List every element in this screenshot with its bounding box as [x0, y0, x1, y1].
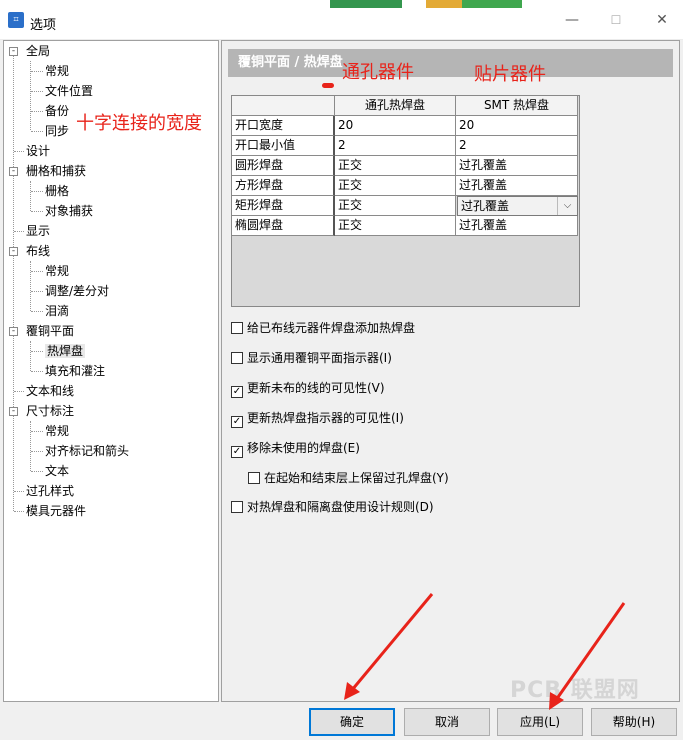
window-title: 选项	[30, 18, 57, 33]
collapse-icon[interactable]: -	[9, 327, 18, 336]
tree-item-file-locations[interactable]: 文件位置	[45, 81, 93, 101]
annotation-smt: 贴片器件	[474, 64, 546, 85]
checkbox-use-design-rules[interactable]: 对热焊盘和隔离盘使用设计规则(D)	[231, 497, 434, 517]
checkbox-update-unrouted[interactable]: ✓ 更新未布的线的可见性(V)	[231, 378, 385, 398]
dropdown-value: 过孔覆盖	[461, 199, 510, 213]
maximize-icon: ☐	[610, 13, 622, 27]
app-icon: ⌗	[8, 12, 24, 28]
tree-item-copper-plane[interactable]: 覆铜平面	[26, 321, 74, 341]
watermark: PCB 联盟网	[510, 678, 640, 703]
checkbox-box[interactable]	[231, 352, 243, 364]
tree-item-dim-general[interactable]: 常规	[45, 421, 69, 441]
tree-item-design[interactable]: 设计	[26, 141, 50, 161]
apply-button[interactable]: 应用(L)	[497, 708, 583, 736]
grid-cell-through[interactable]: 2	[335, 136, 456, 156]
grid-row-label: 方形焊盘	[232, 176, 335, 196]
checkbox-box[interactable]	[248, 472, 260, 484]
tree-item-via-styles[interactable]: 过孔样式	[26, 481, 74, 501]
category-tree: - 全局 常规 文件位置 备份 同步 设计 - 栅格和捕获 栅格 对象捕获 显示…	[3, 40, 219, 702]
collapse-icon[interactable]: -	[9, 247, 18, 256]
grid-cell-smt[interactable]: 2	[456, 136, 578, 156]
checkbox-keep-via-pads[interactable]: 在起始和结束层上保留过孔焊盘(Y)	[248, 468, 449, 488]
tree-item-die-components[interactable]: 模具元器件	[26, 501, 86, 521]
collapse-icon[interactable]: -	[9, 407, 18, 416]
annotation-cross-width: 十字连接的宽度	[76, 113, 202, 134]
tree-item-global[interactable]: 全局	[26, 41, 50, 61]
checkbox-box[interactable]: ✓	[231, 446, 243, 458]
checkbox-box[interactable]: ✓	[231, 386, 243, 398]
tree-item-sync[interactable]: 同步	[45, 121, 69, 141]
grid-cell-through[interactable]: 正交	[335, 156, 456, 176]
close-icon[interactable]: ✕	[650, 10, 674, 30]
chevron-down-icon[interactable]: ⌵	[557, 197, 577, 215]
collapse-icon[interactable]: -	[9, 47, 18, 56]
grid-header-smt: SMT 热焊盘	[456, 96, 578, 116]
tree-item-backup[interactable]: 备份	[45, 101, 69, 121]
grid-cell-through[interactable]: 正交	[335, 176, 456, 196]
settings-pane: 覆铜平面 / 热焊盘 通孔热焊盘 SMT 热焊盘 开口宽度 20 20 开口最小…	[221, 40, 680, 702]
grid-header-through: 通孔热焊盘	[335, 96, 456, 116]
tree-item-align-arrows[interactable]: 对齐标记和箭头	[45, 441, 129, 461]
tree-item-display[interactable]: 显示	[26, 221, 50, 241]
tree-item-fill-flood[interactable]: 填充和灌注	[45, 361, 105, 381]
grid-row-label: 椭圆焊盘	[232, 216, 335, 236]
grid-cell-smt[interactable]: 过孔覆盖	[456, 176, 578, 196]
checkbox-add-thermals[interactable]: 给已布线元器件焊盘添加热焊盘	[231, 318, 415, 338]
grid-corner	[232, 96, 335, 116]
grid-row-label: 矩形焊盘	[232, 196, 335, 216]
cancel-button[interactable]: 取消	[404, 708, 490, 736]
grid-row-label: 开口最小值	[232, 136, 335, 156]
collapse-icon[interactable]: -	[9, 167, 18, 176]
tree-item-text-lines[interactable]: 文本和线	[26, 381, 74, 401]
tree-item-object-snap[interactable]: 对象捕获	[45, 201, 93, 221]
tree-item-grid[interactable]: 栅格	[45, 181, 69, 201]
tree-item-routing[interactable]: 布线	[26, 241, 50, 261]
checkbox-remove-unused-pads[interactable]: ✓ 移除未使用的焊盘(E)	[231, 438, 360, 458]
tree-item-routing-general[interactable]: 常规	[45, 261, 69, 281]
grid-cell-through[interactable]: 正交	[335, 196, 456, 216]
tree-item-dimensioning[interactable]: 尺寸标注	[26, 401, 74, 421]
tree-item-tuning-diffpair[interactable]: 调整/差分对	[45, 281, 109, 301]
annotation-mark	[322, 83, 334, 88]
checkbox-box[interactable]: ✓	[231, 416, 243, 428]
grid-cell-smt-dropdown[interactable]: 过孔覆盖 ⌵	[457, 196, 578, 216]
tree-item-dim-text[interactable]: 文本	[45, 461, 69, 481]
grid-cell-smt[interactable]: 20	[456, 116, 578, 136]
grid-cell-through[interactable]: 20	[335, 116, 456, 136]
tree-item-general[interactable]: 常规	[45, 61, 69, 81]
ok-button[interactable]: 确定	[309, 708, 395, 736]
title-bar: ⌗ 选项 — ☐ ✕	[0, 0, 683, 40]
checkbox-show-plane-indicator[interactable]: 显示通用覆铜平面指示器(I)	[231, 348, 392, 368]
checkbox-update-thermal-indicator[interactable]: ✓ 更新热焊盘指示器的可见性(I)	[231, 408, 404, 428]
grid-cell-smt[interactable]: 过孔覆盖	[456, 216, 578, 236]
help-button[interactable]: 帮助(H)	[591, 708, 677, 736]
tree-item-grid-snap[interactable]: 栅格和捕获	[26, 161, 86, 181]
grid-row-label: 开口宽度	[232, 116, 335, 136]
checkbox-box[interactable]	[231, 501, 243, 513]
grid-cell-smt[interactable]: 过孔覆盖	[456, 156, 578, 176]
pane-header: 覆铜平面 / 热焊盘	[228, 49, 673, 77]
thermal-grid: 通孔热焊盘 SMT 热焊盘 开口宽度 20 20 开口最小值 2 2 圆形焊盘 …	[231, 95, 580, 307]
checkbox-box[interactable]	[231, 322, 243, 334]
grid-cell-through[interactable]: 正交	[335, 216, 456, 236]
tree-item-teardrops[interactable]: 泪滴	[45, 301, 69, 321]
background-banner	[330, 0, 570, 8]
tree-item-thermals[interactable]: 热焊盘	[45, 341, 86, 361]
grid-row-label: 圆形焊盘	[232, 156, 335, 176]
minimize-icon[interactable]: —	[560, 10, 584, 30]
annotation-through: 通孔器件	[342, 62, 414, 83]
